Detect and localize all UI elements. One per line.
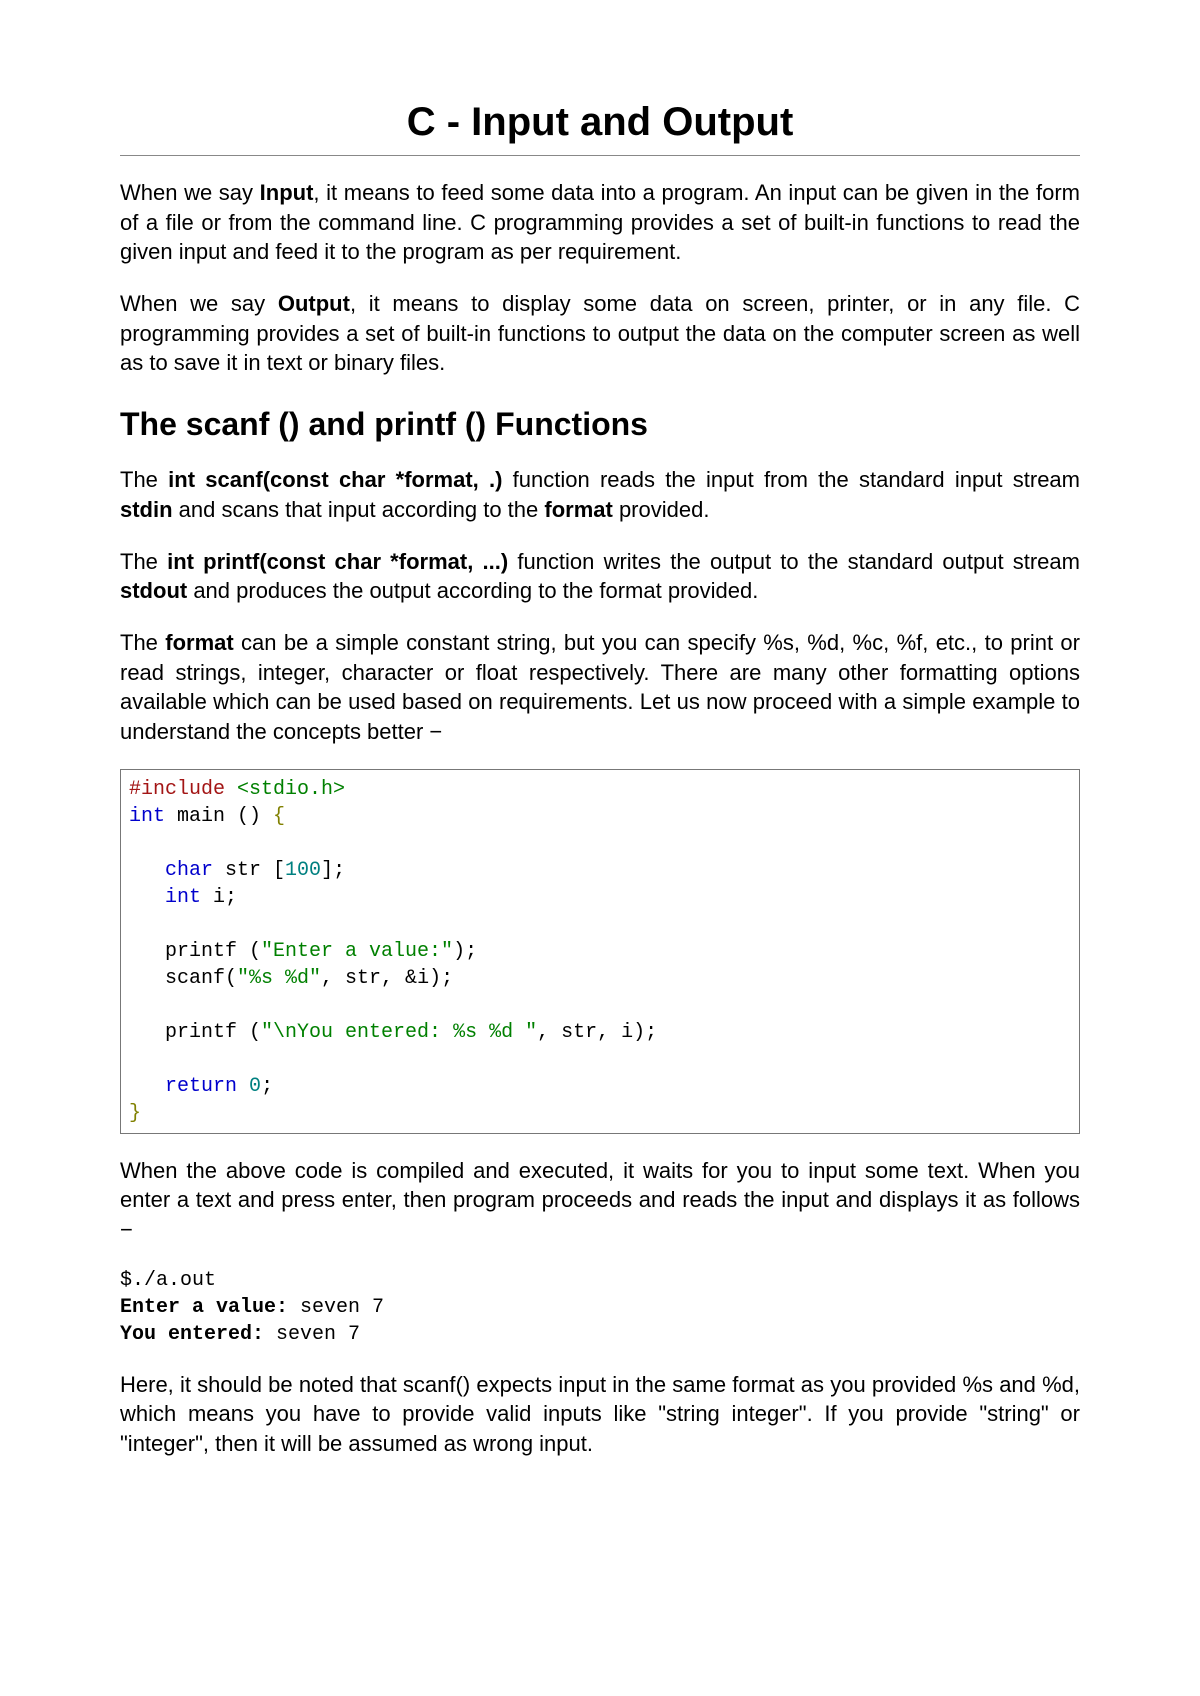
paragraph-scanf: The int scanf(const char *format, .) fun… (120, 465, 1080, 524)
text: function reads the input from the standa… (502, 467, 1080, 492)
code-token: int (165, 886, 201, 909)
code-token: "\nYou entered: %s %d " (261, 1021, 537, 1044)
code-token: return (165, 1075, 237, 1098)
bold-format: format (544, 497, 612, 522)
terminal-text: seven 7 (264, 1323, 360, 1346)
terminal-prompt: Enter a value: (120, 1296, 288, 1319)
code-token: 0 (249, 1075, 261, 1098)
text: The (120, 630, 165, 655)
code-token: main () (165, 805, 273, 828)
text: The (120, 467, 168, 492)
code-token: } (129, 1102, 141, 1125)
bold-scanf-sig: int scanf(const char *format, .) (168, 467, 502, 492)
bold-stdout: stdout (120, 578, 187, 603)
bold-stdin: stdin (120, 497, 173, 522)
paragraph-output-def: When we say Output, it means to display … (120, 289, 1080, 378)
terminal-text: seven 7 (288, 1296, 384, 1319)
text: and scans that input according to the (173, 497, 545, 522)
text: can be a simple constant string, but you… (120, 630, 1080, 744)
text: function writes the output to the standa… (508, 549, 1080, 574)
document-page: C - Input and Output When we say Input, … (0, 0, 1200, 1696)
paragraph-explain: When the above code is compiled and exec… (120, 1156, 1080, 1245)
paragraph-printf: The int printf(const char *format, ...) … (120, 547, 1080, 606)
code-token: <stdio.h> (237, 778, 345, 801)
paragraph-input-def: When we say Input, it means to feed some… (120, 178, 1080, 267)
section-heading: The scanf () and printf () Functions (120, 406, 1080, 443)
terminal-prompt: You entered: (120, 1323, 264, 1346)
text: and produces the output according to the… (187, 578, 758, 603)
code-token: printf ( (165, 940, 261, 963)
code-token: , str, &i); (321, 967, 453, 990)
code-token: , str, i); (537, 1021, 657, 1044)
bold-input: Input (260, 180, 314, 205)
code-token: 100 (285, 859, 321, 882)
bold-format-word: format (165, 630, 233, 655)
code-token: char (165, 859, 213, 882)
paragraph-note: Here, it should be noted that scanf() ex… (120, 1370, 1080, 1459)
text: When we say (120, 291, 278, 316)
code-token: "%s %d" (237, 967, 321, 990)
paragraph-format: The format can be a simple constant stri… (120, 628, 1080, 747)
text: The (120, 549, 167, 574)
text: provided. (613, 497, 710, 522)
code-token: { (273, 805, 285, 828)
code-token: str [ (213, 859, 285, 882)
code-token: ; (261, 1075, 273, 1098)
code-token: ]; (321, 859, 345, 882)
code-token: int (129, 805, 165, 828)
bold-output: Output (278, 291, 350, 316)
code-token: printf ( (165, 1021, 261, 1044)
bold-printf-sig: int printf(const char *format, ...) (167, 549, 508, 574)
code-token: scanf( (165, 967, 237, 990)
code-token: i; (201, 886, 237, 909)
terminal-output: $./a.out Enter a value: seven 7 You ente… (120, 1267, 1080, 1348)
terminal-line: $./a.out (120, 1269, 216, 1292)
code-example: #include <stdio.h> int main () { char st… (120, 769, 1080, 1134)
code-token: #include (129, 778, 225, 801)
code-token: "Enter a value:" (261, 940, 453, 963)
text: When we say (120, 180, 260, 205)
code-token: ); (453, 940, 477, 963)
page-title: C - Input and Output (120, 100, 1080, 156)
